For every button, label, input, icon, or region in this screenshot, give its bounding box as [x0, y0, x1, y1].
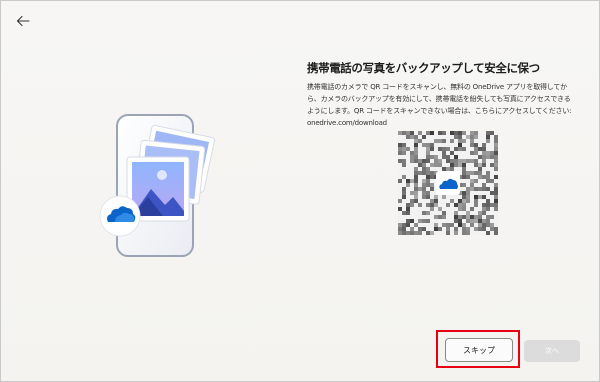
description-line: ら、カメラのバックアップを有効にして、携帯電話を紛失しても写真にアクセスできる [307, 95, 571, 103]
download-link-text: onedrive.com/download [307, 119, 387, 127]
phone-photos-illustration [93, 113, 233, 258]
page-title: 携帯電話の写真をバックアップして安全に保つ [307, 61, 540, 75]
back-arrow-icon [16, 15, 30, 27]
back-button[interactable] [11, 9, 35, 33]
onedrive-cloud-icon [99, 195, 141, 237]
qr-code [398, 131, 498, 235]
skip-button[interactable]: スキップ [445, 338, 513, 362]
description-line: ようにします。QR コードをスキャンできない場合は、こちらにアクセスしてください… [307, 107, 572, 115]
qr-code-icon [398, 131, 498, 235]
description-line: 携帯電話のカメラで QR コードをスキャンし、無料の OneDrive アプリを… [307, 83, 567, 91]
description-text: 携帯電話のカメラで QR コードをスキャンし、無料の OneDrive アプリを… [307, 81, 589, 129]
onedrive-setup-window: 携帯電話の写真をバックアップして安全に保つ 携帯電話のカメラで QR コードをス… [0, 0, 600, 382]
next-button[interactable]: 次へ [524, 340, 580, 362]
